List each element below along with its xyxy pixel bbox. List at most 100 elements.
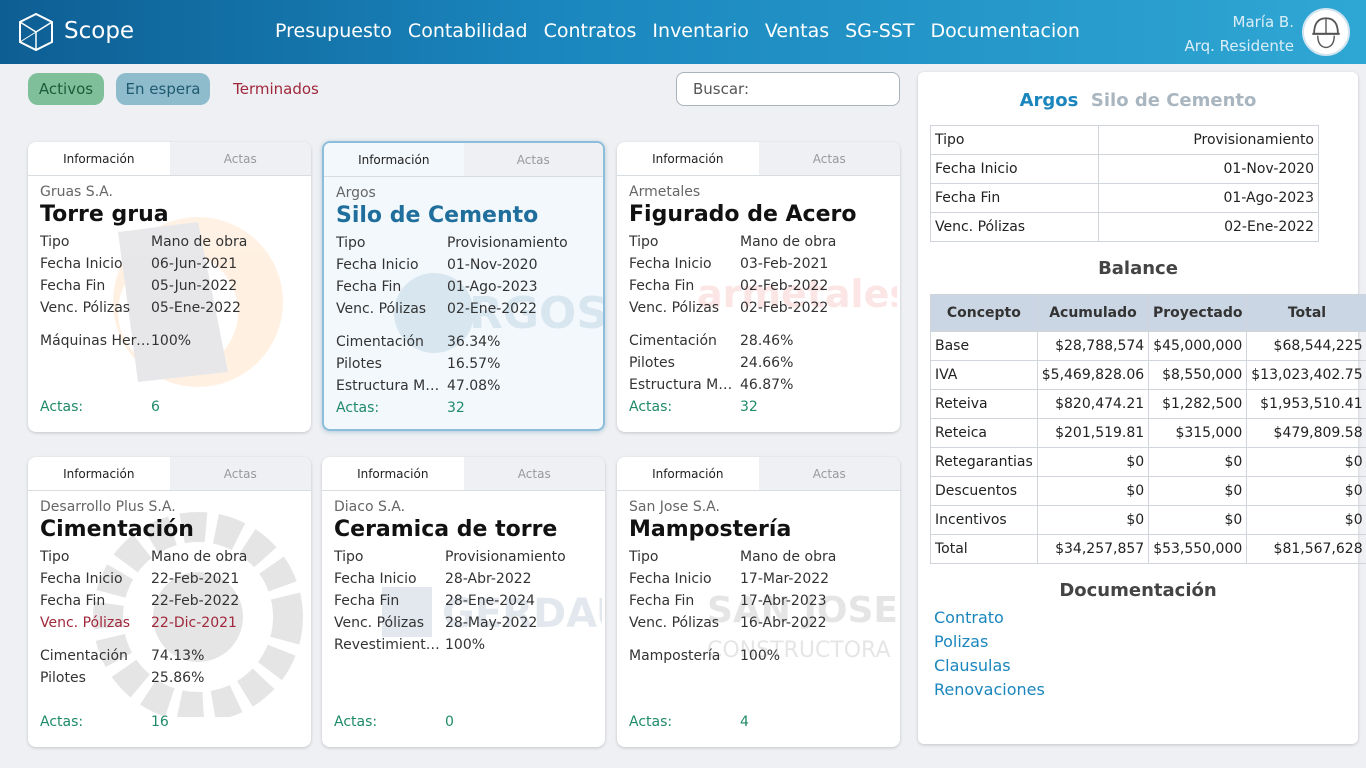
doc-link-polizas[interactable]: Polizas [934, 630, 1045, 654]
doc-link-renovaciones[interactable]: Renovaciones [934, 678, 1045, 702]
card-row-venc-polizas-warning: Venc. Pólizas 22-Dic-2021 [40, 615, 237, 631]
card-row-item: Pilotes 24.66% [629, 355, 794, 371]
nav-documentacion[interactable]: Documentacion [930, 20, 1079, 42]
filter-activos-button[interactable]: Activos [28, 73, 104, 105]
table-row: Reteica $201,519.81 $315,000 $479,809.58 [930, 418, 1366, 448]
card-row-fecha-fin: Fecha Fin 05-Jun-2022 [40, 278, 238, 294]
tab-informacion[interactable]: Información [28, 142, 170, 175]
card-company: Argos [336, 185, 376, 201]
card-row-fecha-inicio: Fecha Inicio 28-Abr-2022 [334, 571, 532, 587]
nav-contratos[interactable]: Contratos [544, 20, 637, 42]
card-tabs: Información Actas [617, 457, 900, 491]
search-input[interactable] [676, 72, 900, 106]
cell: $68,544,225 [1246, 331, 1366, 361]
card-row-item: Revestimiento cerámico100% [334, 637, 486, 653]
cell: Incentivos [930, 505, 1038, 535]
tab-actas[interactable]: Actas [758, 457, 900, 490]
contract-card[interactable]: Información Actas Desarrollo Plus S.A. C… [28, 457, 311, 747]
main-nav: Presupuesto Contabilidad Contratos Inven… [275, 20, 1080, 42]
docs-list: Contrato Polizas Clausulas Renovaciones [934, 606, 1045, 702]
table-row: Fecha Fin 01-Ago-2023 [929, 183, 1319, 213]
card-row-tipo: Tipo Mano de obra [40, 549, 248, 565]
col-header: Total [1246, 294, 1366, 332]
tab-actas[interactable]: Actas [169, 457, 311, 490]
card-row-fecha-inicio: Fecha Inicio 01-Nov-2020 [336, 257, 538, 273]
cell: $81,567,628 [1246, 534, 1366, 564]
card-tabs: Información Actas [28, 142, 311, 176]
cell: IVA [930, 360, 1038, 390]
contract-card-selected[interactable]: RGOS Información Actas Argos Silo de Cem… [322, 141, 605, 431]
user-info: María B. Arq. Residente [1184, 10, 1294, 58]
card-company: Desarrollo Plus S.A. [40, 499, 176, 515]
table-row: Venc. Pólizas 02-Ene-2022 [929, 212, 1319, 242]
nav-inventario[interactable]: Inventario [652, 20, 748, 42]
table-row: Reteiva $820,474.21 $1,282,500 $1,953,510.4… [930, 389, 1366, 419]
card-row-item: Máquinas Herramientas100% [40, 333, 192, 349]
card-row-venc-polizas: Venc. Pólizas 05-Ene-2022 [40, 300, 241, 316]
card-tabs: Información Actas [324, 143, 603, 177]
contract-card[interactable]: armetales Información Actas Armetales Fi… [617, 142, 900, 432]
card-row-fecha-fin: Fecha Fin 02-Feb-2022 [629, 278, 829, 294]
doc-link-contrato[interactable]: Contrato [934, 606, 1045, 630]
card-title: Silo de Cemento [336, 203, 539, 228]
table-row: Retegarantias $0 $0 $0 [930, 447, 1366, 477]
cell: $0 [1036, 447, 1150, 477]
card-tabs: Información Actas [28, 457, 311, 491]
tab-informacion[interactable]: Información [322, 457, 464, 490]
cell: Descuentos [930, 476, 1038, 506]
tab-actas[interactable]: Actas [169, 142, 311, 175]
top-bar: Scope Presupuesto Contabilidad Contratos… [0, 0, 1366, 64]
contract-card[interactable]: SAN JOSE CONSTRUCTORA Información Actas … [617, 457, 900, 747]
card-row-item: Estructura Metálica47.08% [336, 378, 501, 394]
tab-actas[interactable]: Actas [463, 457, 605, 490]
card-row-actas: Actas: 16 [40, 714, 169, 730]
cell: $479,809.58 [1246, 418, 1366, 448]
card-row-fecha-inicio: Fecha Inicio 03-Feb-2021 [629, 256, 829, 272]
tab-actas[interactable]: Actas [758, 142, 900, 175]
card-row-tipo: Tipo Mano de obra [40, 234, 248, 250]
info-label: Venc. Pólizas [929, 212, 1100, 242]
cell: $0 [1246, 447, 1366, 477]
tab-actas[interactable]: Actas [463, 143, 603, 176]
info-value: 01-Ago-2023 [1098, 183, 1319, 213]
table-row: Fecha Inicio 01-Nov-2020 [929, 154, 1319, 184]
nav-presupuesto[interactable]: Presupuesto [275, 20, 392, 42]
card-title: Torre grua [40, 202, 169, 227]
col-header: Concepto [930, 294, 1038, 332]
user-role: Arq. Residente [1184, 37, 1294, 55]
nav-contabilidad[interactable]: Contabilidad [408, 20, 528, 42]
nav-ventas[interactable]: Ventas [765, 20, 829, 42]
scope-logo-icon[interactable] [18, 12, 54, 52]
contract-card[interactable]: Información Actas Gruas S.A. Torre grua … [28, 142, 311, 432]
nav-sg-sst[interactable]: SG-SST [845, 20, 914, 42]
tab-informacion[interactable]: Información [324, 143, 464, 176]
table-row: Incentivos $0 $0 $0 [930, 505, 1366, 535]
card-row-fecha-fin: Fecha Fin 17-Abr-2023 [629, 593, 827, 609]
user-avatar-icon[interactable] [1302, 8, 1350, 56]
card-title: Ceramica de torre [334, 517, 558, 542]
card-row-actas: Actas: 32 [629, 399, 758, 415]
cell: $201,519.81 [1036, 418, 1150, 448]
doc-link-clausulas[interactable]: Clausulas [934, 654, 1045, 678]
panel-header: Argos Silo de Cemento [918, 90, 1358, 111]
cell: Retegarantias [930, 447, 1038, 477]
panel-info-table: Tipo Provisionamiento Fecha Inicio 01-Nov-… [929, 125, 1319, 242]
tab-informacion[interactable]: Información [617, 142, 759, 175]
info-value: 02-Ene-2022 [1098, 212, 1319, 242]
card-title: Mampostería [629, 517, 792, 542]
cell: $315,000 [1148, 418, 1248, 448]
card-row-tipo: Tipo Provisionamiento [334, 549, 566, 565]
card-company: Gruas S.A. [40, 184, 113, 200]
card-row-fecha-fin: Fecha Fin 01-Ago-2023 [336, 279, 538, 295]
contract-card[interactable]: GERDAU Información Actas Diaco S.A. Cera… [322, 457, 605, 747]
table-row-total: Total $34,257,857 $53,550,000 $81,567,628 [930, 534, 1366, 564]
filter-terminados-button[interactable]: Terminados [226, 73, 326, 105]
table-header-row: Concepto Acumulado Proyectado Total [930, 294, 1366, 332]
tab-informacion[interactable]: Información [28, 457, 170, 490]
card-row-fecha-fin: Fecha Fin 22-Feb-2022 [40, 593, 240, 609]
brand-name[interactable]: Scope [64, 18, 134, 44]
col-header: Acumulado [1036, 294, 1150, 332]
filter-en-espera-button[interactable]: En espera [116, 73, 210, 105]
tab-informacion[interactable]: Información [617, 457, 759, 490]
cell: Base [930, 331, 1038, 361]
